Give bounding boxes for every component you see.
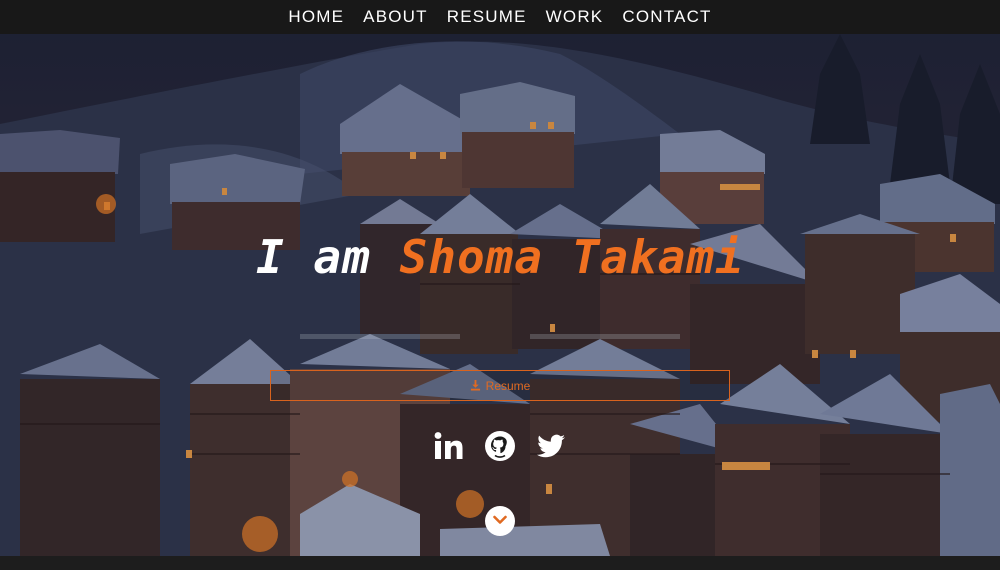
chevron-down-icon [493,512,507,530]
download-icon [470,380,481,391]
github-icon[interactable] [484,430,516,462]
twitter-icon[interactable] [535,430,567,462]
social-links [0,430,1000,462]
nav-contact-link[interactable]: CONTACT [622,7,711,27]
resume-download-button[interactable]: Resume [270,370,730,401]
nav-home-link[interactable]: HOME [288,7,344,27]
resume-button-label: Resume [485,378,531,393]
scroll-down-button[interactable] [485,506,515,536]
nav-resume-link[interactable]: RESUME [447,7,527,27]
top-navbar: HOME ABOUT RESUME WORK CONTACT [0,0,1000,34]
hero-section: I am Shoma Takami Resume [0,34,1000,556]
nav-about-link[interactable]: ABOUT [363,7,428,27]
footer-strip [0,556,1000,570]
hero-headline: I am Shoma Takami [0,230,1000,284]
hero-overlay [0,34,1000,556]
linkedin-icon[interactable] [433,430,465,462]
headline-name: Shoma Takami [399,230,744,284]
headline-prefix: I am [256,230,400,284]
nav-work-link[interactable]: WORK [546,7,604,27]
